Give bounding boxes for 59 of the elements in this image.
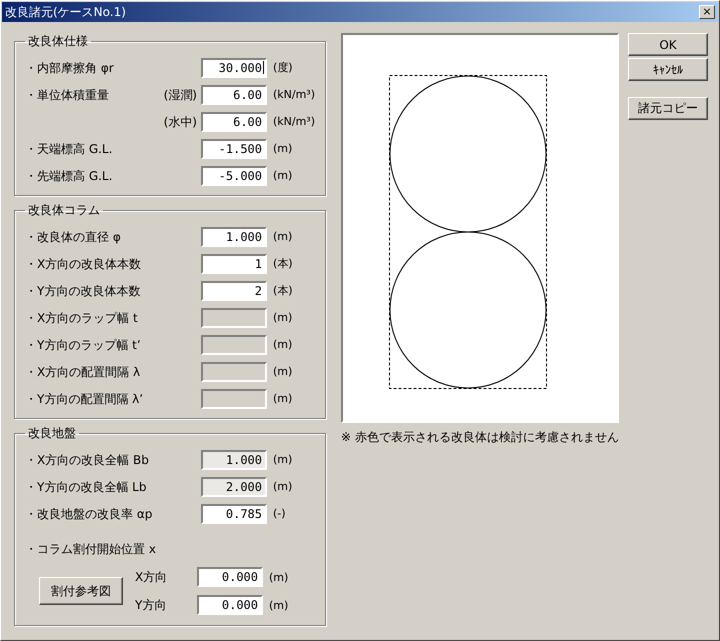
unit-label: (m) — [273, 169, 292, 182]
unit-label: (kN/m³) — [273, 88, 316, 101]
input-field[interactable]: 0.000 — [197, 595, 263, 615]
unit-label: (m) — [273, 311, 292, 324]
input-field[interactable]: 0.000 — [197, 567, 263, 587]
copy-button[interactable]: 諸元コピー — [628, 97, 708, 120]
field-label: ・単位体積重量 — [25, 86, 109, 102]
unit-label: (度) — [273, 60, 293, 75]
group-title: 改良体コラム — [27, 202, 101, 219]
input-field[interactable]: 2.000 — [201, 476, 267, 496]
field-label: ・Y方向の改良体本数 — [25, 282, 140, 298]
input-field[interactable]: 6.00 — [201, 112, 267, 132]
unit-label: (-) — [273, 507, 286, 520]
field-label: ・X方向の改良全幅 Bb — [25, 452, 149, 468]
dialog-button[interactable]: OK — [628, 33, 708, 56]
field-label: ・Y方向のラップ幅 t’ — [25, 336, 141, 352]
unit-label: (m) — [273, 142, 292, 155]
unit-label: (m) — [273, 480, 292, 493]
unit-label: (m) — [273, 453, 292, 466]
field-sublabel: (湿潤) — [164, 86, 198, 102]
close-button[interactable]: × — [699, 5, 715, 19]
field-label: ・先端標高 G.L. — [25, 168, 112, 184]
field-label: ・Y方向の改良全幅 Lb — [25, 478, 146, 494]
field-label: X方向 — [135, 568, 168, 586]
unit-label: (m) — [273, 365, 292, 378]
unit-label: (本) — [273, 256, 293, 271]
field-label: ・X方向の配置間隔 λ — [25, 364, 140, 380]
unit-label: (m) — [273, 338, 292, 351]
field-label: Y方向 — [135, 596, 168, 614]
field-sublabel: (水中) — [164, 114, 198, 130]
unit-label: (m) — [273, 230, 292, 243]
input-field[interactable]: 30.000 — [201, 58, 267, 78]
unit-label: (m) — [269, 598, 288, 612]
input-field[interactable]: 1.000 — [201, 450, 267, 470]
field-label: ・改良地盤の改良率 αp — [25, 506, 152, 522]
dialog-button[interactable]: ｷｬﾝｾﾙ — [628, 58, 708, 81]
note-text: ※ 赤色で表示される改良体は検討に考慮されません — [341, 429, 619, 446]
input-field[interactable]: 2 — [201, 280, 267, 300]
field-label: ・コラム割付開始位置 x — [25, 541, 156, 557]
input-field[interactable]: 1 — [201, 254, 267, 274]
input-field[interactable]: 6.00 — [201, 84, 267, 104]
input-field[interactable]: -5.000 — [201, 166, 267, 186]
field-label: ・改良体の直径 φ — [25, 228, 121, 244]
input-field[interactable]: -1.500 — [201, 138, 267, 158]
field-label: ・内部摩擦角 φr — [25, 60, 114, 76]
unit-label: (m) — [269, 570, 288, 584]
field-label: ・Y方向の配置間隔 λ’ — [25, 390, 144, 406]
group-title: 改良体仕様 — [27, 33, 89, 50]
unit-label: (kN/m³) — [273, 115, 316, 128]
group-title: 改良地盤 — [27, 425, 77, 442]
reference-button[interactable]: 割付参考図 — [39, 577, 123, 605]
unit-label: (本) — [273, 283, 293, 298]
input-field[interactable]: 0.785 — [201, 504, 267, 524]
field-label: ・X方向の改良体本数 — [25, 256, 142, 272]
input-field[interactable]: 1.000 — [201, 226, 267, 246]
field-label: ・X方向のラップ幅 t — [25, 310, 138, 326]
unit-label: (m) — [273, 392, 292, 405]
field-label: ・天端標高 G.L. — [25, 140, 112, 156]
window-title: 改良諸元(ケースNo.1) — [5, 4, 126, 20]
